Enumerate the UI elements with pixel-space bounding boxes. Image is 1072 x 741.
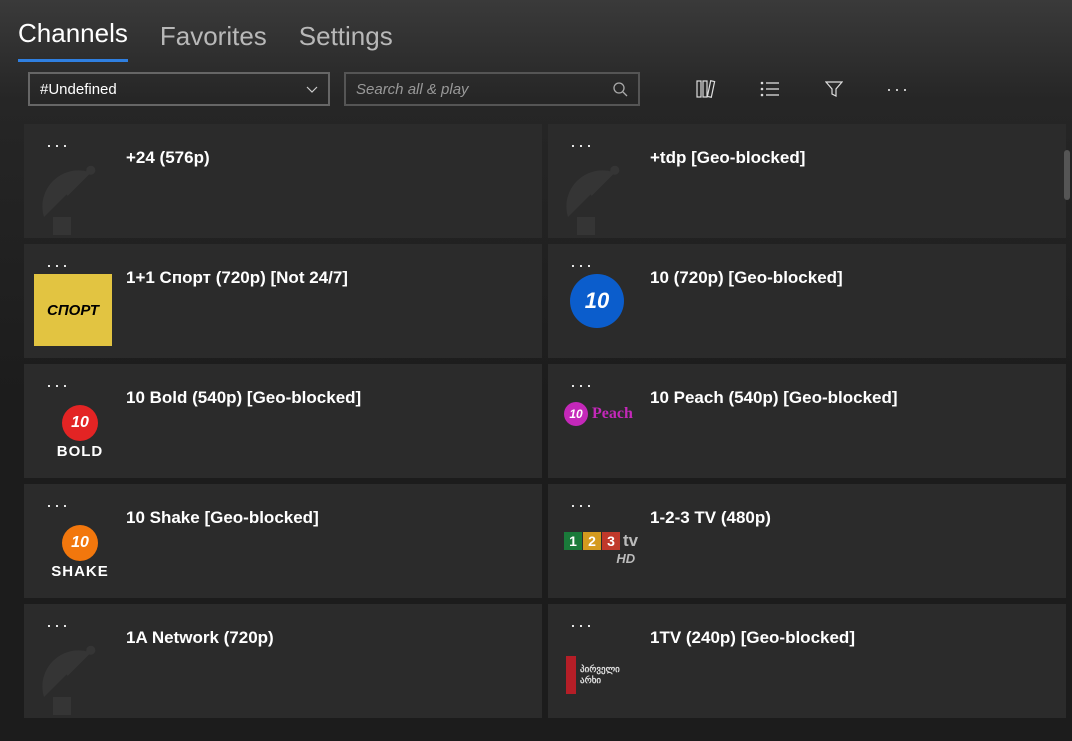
channel-title: 10 (720p) [Geo-blocked] xyxy=(650,256,843,288)
channel-title: +tdp [Geo-blocked] xyxy=(650,136,805,168)
bold-logo: 10 BOLD xyxy=(34,405,126,460)
123tv-logo: 1 2 3 tv HD xyxy=(564,531,638,566)
search-box[interactable] xyxy=(344,72,640,106)
category-selected: #Undefined xyxy=(40,81,117,98)
channel-title: 10 Peach (540p) [Geo-blocked] xyxy=(650,376,898,408)
category-select[interactable]: #Undefined xyxy=(28,72,330,106)
channel-card[interactable]: ··· +tdp [Geo-blocked] xyxy=(548,124,1066,238)
library-icon[interactable] xyxy=(696,79,716,99)
toolbar: #Undefined ··· xyxy=(0,72,1072,124)
more-icon[interactable]: ··· xyxy=(888,79,908,99)
channel-logo: СПОРТ xyxy=(34,256,126,346)
channel-logo xyxy=(558,136,650,226)
search-input[interactable] xyxy=(356,81,612,98)
channel-card[interactable]: ··· СПОРТ 1+1 Спорт (720p) [Not 24/7] xyxy=(24,244,542,358)
channel-card[interactable]: ··· 10 BOLD 10 Bold (540p) [Geo-blocked] xyxy=(24,364,542,478)
channel-title: 1A Network (720p) xyxy=(126,616,274,648)
tab-channels[interactable]: Channels xyxy=(18,18,128,62)
channel-logo xyxy=(34,616,126,706)
tab-bar: Channels Favorites Settings xyxy=(0,0,1072,72)
peach-logo: 10 Peach xyxy=(564,402,633,426)
satellite-dish-icon xyxy=(26,154,116,238)
sport-logo: СПОРТ xyxy=(34,274,112,346)
shake-logo: 10 SHAKE xyxy=(34,525,126,580)
channel-title: 1+1 Спорт (720p) [Not 24/7] xyxy=(126,256,348,288)
channel-logo: 1 2 3 tv HD xyxy=(558,496,650,586)
chevron-down-icon xyxy=(306,83,318,95)
channel-card[interactable]: ··· 10 SHAKE 10 Shake [Geo-blocked] xyxy=(24,484,542,598)
channel-logo: 10 BOLD xyxy=(34,376,126,466)
channel-title: 1TV (240p) [Geo-blocked] xyxy=(650,616,855,648)
channel-logo: პირველი არხი xyxy=(558,616,650,706)
channel-title: 1-2-3 TV (480p) xyxy=(650,496,771,528)
channel-logo: 10 Peach xyxy=(558,376,650,466)
channel-logo: 10 xyxy=(558,256,650,346)
tab-settings[interactable]: Settings xyxy=(299,21,393,62)
1tv-logo: პირველი არხი xyxy=(566,656,620,694)
channel-title: 10 Shake [Geo-blocked] xyxy=(126,496,319,528)
toolbar-actions: ··· xyxy=(696,79,908,99)
channel-card[interactable]: ··· 10 10 (720p) [Geo-blocked] xyxy=(548,244,1066,358)
channel-logo xyxy=(34,136,126,226)
satellite-dish-icon xyxy=(26,634,116,718)
list-view-icon[interactable] xyxy=(760,79,780,99)
tab-favorites[interactable]: Favorites xyxy=(160,21,267,62)
channel-logo: 10 SHAKE xyxy=(34,496,126,586)
satellite-dish-icon xyxy=(550,154,640,238)
channel-card[interactable]: ··· პირველი არხი 1TV (240p) [Geo-blocked… xyxy=(548,604,1066,718)
channel-card[interactable]: ··· +24 (576p) xyxy=(24,124,542,238)
channel-title: 10 Bold (540p) [Geo-blocked] xyxy=(126,376,361,408)
channel-card[interactable]: ··· 10 Peach 10 Peach (540p) [Geo-blocke… xyxy=(548,364,1066,478)
channel-grid: ··· +24 (576p) ··· +tdp [Geo-blocked] ··… xyxy=(0,124,1072,718)
channel-card[interactable]: ··· 1A Network (720p) xyxy=(24,604,542,718)
ten-logo: 10 xyxy=(570,274,624,328)
channel-card[interactable]: ··· 1 2 3 tv HD 1-2-3 TV (480p) xyxy=(548,484,1066,598)
filter-icon[interactable] xyxy=(824,79,844,99)
scrollbar-thumb[interactable] xyxy=(1064,150,1070,200)
search-icon xyxy=(612,81,628,97)
channel-title: +24 (576p) xyxy=(126,136,210,168)
